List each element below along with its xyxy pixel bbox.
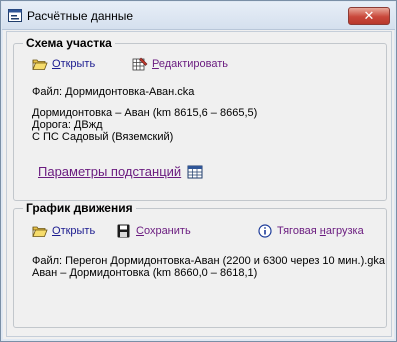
substation-params-label: Параметры подстанций [38, 164, 182, 179]
scheme-edit-label-rest: едактировать [158, 58, 228, 70]
schedule-file-line: Файл: Перегон Дормидонтовка-Аван (2200 и… [32, 255, 386, 267]
scheme-group-title: Схема участка [23, 36, 115, 50]
title-bar[interactable]: Расчётные данные ✕ [2, 2, 395, 30]
scheme-edit-button[interactable]: Редактировать [132, 57, 228, 71]
substation-params-button[interactable]: Параметры подстанций [38, 164, 203, 179]
schedule-save-label-rest: охранить [143, 225, 191, 237]
window-title: Расчётные данные [27, 9, 134, 23]
traction-label-rest: агрузка [325, 225, 364, 237]
scheme-substation-line: С ПС Садовый (Вяземский) [32, 131, 174, 143]
scheme-edit-hotkey: Р [152, 58, 159, 70]
open-folder-icon [32, 57, 48, 71]
schedule-group: График движения Открыть Сохранить Тягова… [13, 201, 387, 328]
schedule-save-button[interactable]: Сохранить [116, 224, 191, 238]
scheme-open-button[interactable]: Открыть [32, 57, 95, 71]
traction-load-button[interactable]: Тяговая нагрузка [257, 224, 364, 238]
schedule-open-label-rest: ткрыть [60, 225, 96, 237]
schedule-route-line: Аван – Дормидонтовка (km 8660,0 – 8618,1… [32, 267, 258, 279]
close-button[interactable]: ✕ [348, 7, 390, 25]
open-folder-icon [32, 224, 48, 238]
scheme-route-line: Дормидонтовка – Аван (km 8615,6 – 8665,5… [32, 107, 258, 119]
scheme-open-hotkey: О [52, 58, 61, 70]
traction-label-pre: Тяговая [277, 225, 320, 237]
scheme-group: Схема участка Открыть Редактировать Файл… [13, 36, 387, 201]
schedule-save-hotkey: С [136, 225, 144, 237]
scheme-open-label-rest: ткрыть [60, 58, 96, 70]
app-icon [8, 9, 22, 22]
save-disk-icon [116, 224, 132, 238]
schedule-open-hotkey: О [52, 225, 61, 237]
edit-grid-icon [132, 57, 148, 71]
client-area: Схема участка Открыть Редактировать Файл… [6, 31, 392, 337]
close-icon: ✕ [363, 8, 375, 23]
info-icon [257, 224, 273, 238]
dialog-window: Расчётные данные ✕ Схема участка Открыть [0, 0, 397, 342]
schedule-group-title: График движения [23, 201, 136, 215]
scheme-road-line: Дорога: ДВжд [32, 119, 103, 131]
scheme-file-line: Файл: Дормидонтовка-Аван.cka [32, 86, 195, 98]
schedule-open-button[interactable]: Открыть [32, 224, 95, 238]
table-icon [187, 165, 203, 179]
